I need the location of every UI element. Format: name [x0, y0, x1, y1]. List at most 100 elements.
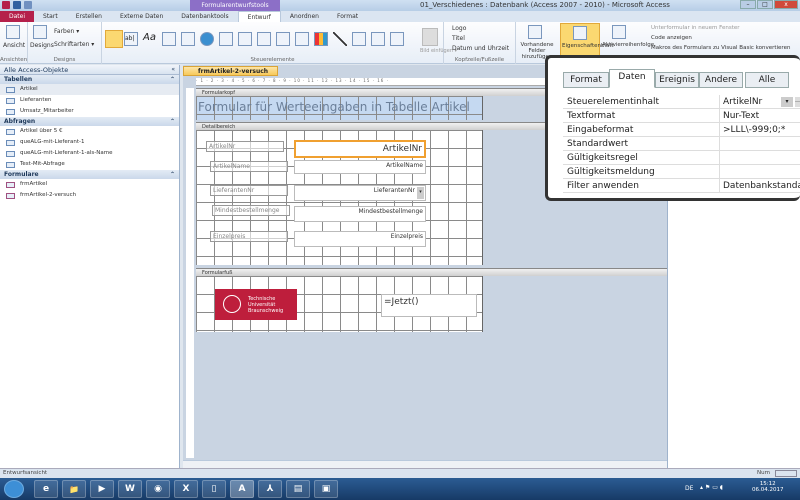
taskbar-presentation-icon[interactable]: ▣ — [314, 480, 338, 498]
rectangle-icon[interactable] — [390, 32, 404, 46]
close-button[interactable]: x — [774, 0, 798, 9]
maximize-button[interactable]: □ — [757, 0, 773, 9]
label-tool-icon[interactable]: Aa — [143, 32, 157, 46]
dropdown-arrow-icon[interactable]: ▾ — [781, 97, 793, 107]
minimize-button[interactable]: – — [740, 0, 756, 9]
page-break-icon[interactable] — [276, 32, 290, 46]
property-value[interactable]: Nur-Text — [723, 109, 800, 123]
nav-item-artikel[interactable]: Artikel — [0, 84, 179, 95]
form-footer-section[interactable]: Technische Universität Braunschweig =Jet… — [196, 276, 483, 332]
nav-item-form[interactable]: frmArtikel — [0, 179, 179, 190]
taskbar-firefox-icon[interactable]: ◉ — [146, 480, 170, 498]
titel-button[interactable]: Titel — [452, 35, 465, 42]
nav-item-form[interactable]: frmArtikel-2-versuch — [0, 190, 179, 201]
tu-braunschweig-logo[interactable]: Technische Universität Braunschweig — [215, 289, 297, 320]
property-value[interactable]: Datenbankstandard — [723, 179, 800, 193]
view-icon[interactable] — [6, 25, 20, 39]
taskbar-word-icon[interactable]: W — [118, 480, 142, 498]
property-row[interactable]: Gültigkeitsregel — [563, 151, 800, 165]
label-einzelpreis[interactable]: Einzelpreis — [210, 231, 288, 242]
tab-datenbanktools[interactable]: Datenbanktools — [172, 11, 237, 22]
property-row[interactable]: Gültigkeitsmeldung — [563, 165, 800, 179]
hyperlink-globe-icon[interactable] — [200, 32, 214, 46]
nav-item-query[interactable]: Artikel über 5 € — [0, 126, 179, 137]
select-pointer-icon[interactable] — [105, 30, 123, 48]
combobox-icon[interactable] — [295, 32, 309, 46]
clock[interactable]: 15:12 06.04.2017 — [752, 481, 784, 493]
dropdown-arrow-icon[interactable]: ▾ — [417, 187, 424, 199]
form-header-band[interactable]: Formular für Werteeingaben in Tabelle Ar… — [196, 96, 483, 120]
textbox-mindestbestellmenge[interactable]: Mindestbestellmenge — [294, 206, 426, 222]
tab-control-icon[interactable] — [181, 32, 195, 46]
existing-fields-icon[interactable] — [528, 25, 542, 39]
taskbar-ie-icon[interactable]: e — [34, 480, 58, 498]
taskbar-notepad-icon[interactable]: ▯ — [202, 480, 226, 498]
textbox-jetzt[interactable]: =Jetzt() — [381, 294, 477, 317]
save-icon[interactable] — [13, 1, 21, 9]
insert-image-icon[interactable] — [422, 28, 438, 46]
nav-item-query[interactable]: Test-Mit-Abfrage — [0, 159, 179, 170]
aktivierreihenfolge-button[interactable]: Aktivierreihenfolge — [602, 42, 654, 48]
prop-tab-format[interactable]: Format — [563, 72, 609, 88]
schriftarten-button[interactable]: Schriftarten ▾ — [54, 41, 94, 48]
collapse-nav-icon[interactable]: « — [171, 65, 175, 75]
document-tab[interactable]: frmArtikel-2-versuch — [183, 66, 278, 76]
tray-icons[interactable]: ▴ ⚑ ▭ ◖ — [700, 484, 723, 491]
horizontal-scrollbar[interactable] — [183, 460, 667, 468]
taskbar-media-icon[interactable]: ▶ — [90, 480, 114, 498]
tab-externe-daten[interactable]: Externe Daten — [111, 11, 172, 22]
logo-button[interactable]: Logo — [452, 25, 466, 32]
makros-konvertieren-button[interactable]: Makros des Formulars zu Visual Basic kon… — [651, 45, 790, 51]
tab-anordnen[interactable]: Anordnen — [281, 11, 328, 22]
line-icon[interactable] — [333, 32, 347, 46]
textbox-tool-icon[interactable]: ab| — [124, 32, 138, 46]
undo-icon[interactable] — [24, 1, 32, 9]
detail-section[interactable]: ArtikelNr ArtikelNr ArtikelName ArtikelN… — [196, 130, 483, 265]
prop-tab-daten[interactable]: Daten — [609, 69, 655, 88]
taskbar-access-icon[interactable]: A — [230, 480, 254, 498]
web-browser-icon[interactable] — [219, 32, 233, 46]
unterformular-button[interactable]: Unterformular in neuem Fenster — [651, 25, 740, 31]
start-button[interactable] — [4, 480, 24, 498]
builder-ellipsis-icon[interactable]: … — [795, 97, 800, 107]
combobox-lieferantennr[interactable]: LieferantenNr ▾ — [294, 185, 426, 201]
label-lieferantennr[interactable]: LieferantenNr — [210, 185, 288, 196]
textbox-artikelnr[interactable]: ArtikelNr — [294, 140, 426, 158]
label-artikelnr[interactable]: ArtikelNr — [206, 141, 284, 152]
chevron-up-icon[interactable]: ⌃ — [170, 75, 175, 84]
prop-tab-ereignis[interactable]: Ereignis — [655, 72, 699, 88]
section-bar-formularfuss[interactable]: Formularfuß — [196, 268, 667, 276]
nav-section-abfragen[interactable]: Abfragen ⌃ — [0, 117, 179, 126]
property-row[interactable]: Textformat Nur-Text — [563, 109, 800, 123]
property-row[interactable]: Filter anwenden Datenbankstandard — [563, 179, 800, 193]
designs-icon[interactable] — [33, 25, 47, 39]
tab-start[interactable]: Start — [34, 11, 67, 22]
tab-erstellen[interactable]: Erstellen — [67, 11, 111, 22]
nav-item-umsatz[interactable]: Umsatz_Mitarbeiter — [0, 106, 179, 117]
navigation-icon[interactable] — [238, 32, 252, 46]
taskbar-explorer-icon[interactable]: 📁 — [62, 480, 86, 498]
button-tool-icon[interactable] — [162, 32, 176, 46]
chevron-up-icon[interactable]: ⌃ — [170, 170, 175, 179]
property-row[interactable]: Standardwert — [563, 137, 800, 151]
form-title-label[interactable]: Formular für Werteeingaben in Tabelle Ar… — [198, 100, 470, 114]
property-row[interactable]: SteuerelementinhaltArtikelNr▾… — [563, 95, 800, 109]
designs-button[interactable]: Designs — [30, 42, 54, 49]
label-artikelname[interactable]: ArtikelName — [210, 161, 288, 172]
chart-icon[interactable] — [314, 32, 328, 46]
prop-tab-andere[interactable]: Andere — [699, 72, 743, 88]
tab-format[interactable]: Format — [328, 11, 367, 22]
tab-datei[interactable]: Datei — [0, 11, 35, 22]
code-anzeigen-button[interactable]: Code anzeigen — [651, 35, 692, 41]
textbox-einzelpreis[interactable]: Einzelpreis — [294, 231, 426, 247]
taskbar-app-icon[interactable]: ▤ — [286, 480, 310, 498]
listbox-icon[interactable] — [371, 32, 385, 46]
language-indicator[interactable]: DE — [685, 485, 693, 492]
datum-uhrzeit-button[interactable]: Datum und Uhrzeit — [452, 45, 509, 52]
view-switcher-icons[interactable] — [775, 470, 797, 477]
tab-entwurf[interactable]: Entwurf — [237, 11, 281, 22]
property-row[interactable]: Eingabeformat >LLL\-999;0;* — [563, 123, 800, 137]
property-value[interactable]: >LLL\-999;0;* — [723, 123, 800, 137]
label-mindestbestellmenge[interactable]: Mindestbestellmenge — [212, 205, 290, 216]
prop-tab-alle[interactable]: Alle — [745, 72, 789, 88]
